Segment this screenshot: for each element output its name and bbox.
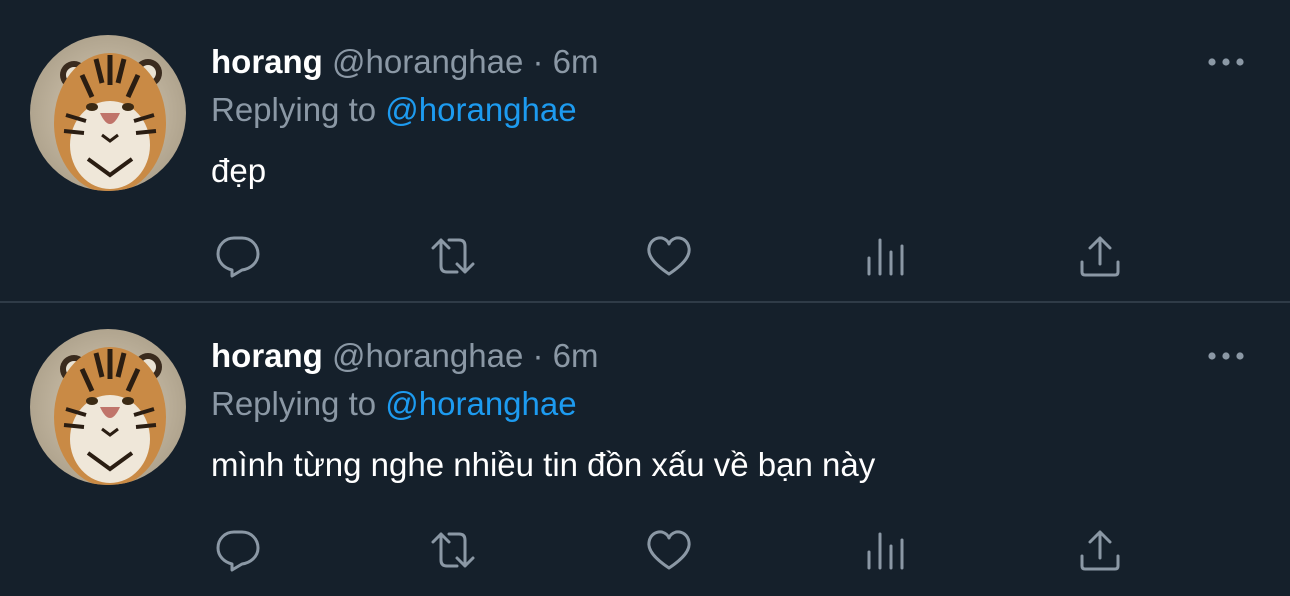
tweet-text: mình từng nghe nhiều tin đồn xấu về bạn … bbox=[211, 446, 876, 483]
replying-to-line: Replying to @horanghae bbox=[211, 384, 577, 424]
separator-dot: · bbox=[532, 337, 544, 374]
avatar[interactable] bbox=[30, 329, 186, 485]
retweet-button[interactable] bbox=[425, 522, 481, 578]
tweet-header: horang @horanghae · 6m bbox=[211, 42, 599, 82]
reply-button[interactable] bbox=[210, 228, 266, 284]
timestamp[interactable]: 6m bbox=[553, 43, 599, 80]
tweet[interactable]: horang @horanghae · 6m Replying to @hora… bbox=[0, 303, 1290, 596]
action-bar bbox=[0, 522, 1290, 578]
like-icon bbox=[647, 236, 691, 276]
replying-to-line: Replying to @horanghae bbox=[211, 90, 577, 130]
user-handle[interactable]: @horanghae bbox=[332, 43, 523, 80]
display-name[interactable]: horang bbox=[211, 43, 323, 80]
tweet-text: đẹp bbox=[211, 152, 267, 189]
replying-to-label: Replying to bbox=[211, 385, 377, 422]
more-options-icon[interactable] bbox=[1204, 342, 1248, 370]
share-button[interactable] bbox=[1072, 522, 1128, 578]
share-icon bbox=[1080, 236, 1120, 277]
display-name[interactable]: horang bbox=[211, 337, 323, 374]
like-button[interactable] bbox=[641, 228, 697, 284]
views-icon bbox=[867, 238, 904, 276]
reply-icon bbox=[216, 236, 260, 278]
tiger-avatar-image bbox=[30, 329, 186, 485]
views-button[interactable] bbox=[857, 228, 913, 284]
reply-icon bbox=[216, 530, 260, 572]
action-bar bbox=[0, 228, 1290, 284]
views-button[interactable] bbox=[857, 522, 913, 578]
avatar[interactable] bbox=[30, 35, 186, 191]
more-options-icon[interactable] bbox=[1204, 48, 1248, 76]
tweet[interactable]: horang @horanghae · 6m Replying to @hora… bbox=[0, 0, 1290, 302]
replying-to-label: Replying to bbox=[211, 91, 377, 128]
tiger-avatar-image bbox=[30, 35, 186, 191]
views-icon bbox=[867, 532, 904, 570]
timestamp[interactable]: 6m bbox=[553, 337, 599, 374]
tweet-header: horang @horanghae · 6m bbox=[211, 336, 599, 376]
share-icon bbox=[1080, 530, 1120, 571]
separator-dot: · bbox=[532, 43, 544, 80]
retweet-icon bbox=[431, 532, 475, 568]
share-button[interactable] bbox=[1072, 228, 1128, 284]
retweet-button[interactable] bbox=[425, 228, 481, 284]
like-icon bbox=[647, 530, 691, 570]
like-button[interactable] bbox=[641, 522, 697, 578]
reply-button[interactable] bbox=[210, 522, 266, 578]
replying-to-mention[interactable]: @horanghae bbox=[385, 91, 576, 128]
user-handle[interactable]: @horanghae bbox=[332, 337, 523, 374]
retweet-icon bbox=[431, 238, 475, 274]
reply-feed: horang @horanghae · 6m Replying to @hora… bbox=[0, 0, 1290, 596]
replying-to-mention[interactable]: @horanghae bbox=[385, 385, 576, 422]
